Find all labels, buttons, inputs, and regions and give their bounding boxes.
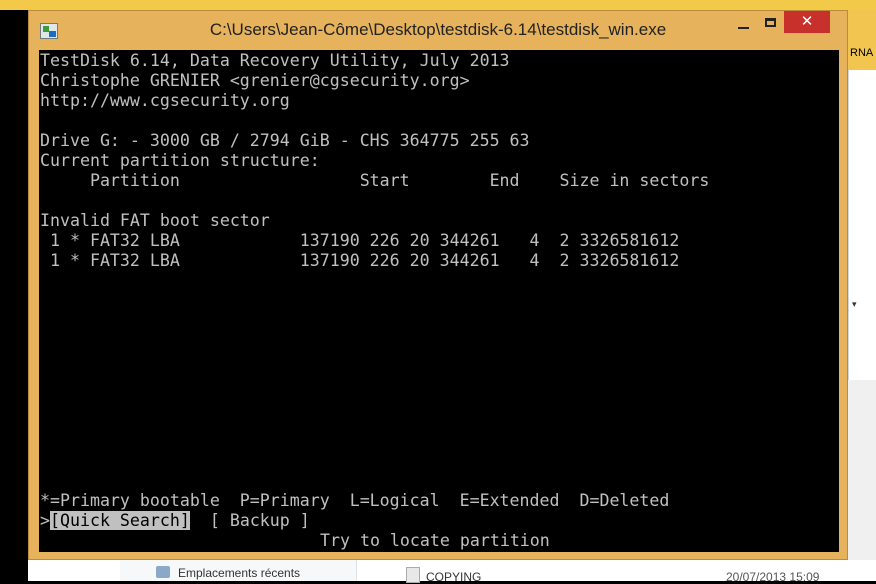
- minimize-button[interactable]: [728, 11, 758, 37]
- maximize-button[interactable]: [756, 11, 786, 37]
- backup-button[interactable]: [ Backup ]: [210, 511, 310, 530]
- recent-places-icon: [156, 566, 170, 578]
- action-hint-line: Try to locate partition: [320, 531, 550, 550]
- explorer-folder-icons: [848, 10, 876, 70]
- close-button[interactable]: ✕: [784, 11, 830, 33]
- explorer-partial-label: RNA: [850, 47, 874, 59]
- desktop-background-left: [0, 10, 28, 581]
- action-menu: >[Quick Search] [ Backup ]: [40, 511, 310, 531]
- nav-item-recent-places[interactable]: Emplacements récents: [178, 566, 300, 580]
- drive-info-line: Drive G: - 3000 GB / 2794 GiB - CHS 3647…: [40, 131, 530, 150]
- partition-row[interactable]: 1 * FAT32 LBA 137190 226 20 344261 4 2 3…: [40, 251, 679, 271]
- fat-warning-line: Invalid FAT boot sector: [40, 211, 270, 230]
- structure-label-line: Current partition structure:: [40, 151, 320, 170]
- explorer-dropdown-arrow-icon[interactable]: ▾: [852, 300, 857, 310]
- explorer-window-bottom: Emplacements récents COPYING 20/07/2013 …: [28, 560, 876, 584]
- window-titlebar[interactable]: C:\Users\Jean-Côme\Desktop\testdisk-6.14…: [29, 11, 847, 49]
- partition-type-legend: *=Primary bootable P=Primary L=Logical E…: [40, 491, 670, 510]
- console-output[interactable]: TestDisk 6.14, Data Recovery Utility, Ju…: [39, 50, 839, 552]
- desktop-folder-strip: [0, 0, 876, 10]
- partition-row[interactable]: 1 * FAT32 LBA 137190 226 20 344261 4 2 3…: [40, 231, 679, 251]
- quick-search-button[interactable]: [Quick Search]: [50, 511, 190, 530]
- header-url-line: http://www.cgsecurity.org: [40, 91, 290, 110]
- header-title-line: TestDisk 6.14, Data Recovery Utility, Ju…: [40, 51, 510, 70]
- window-title: C:\Users\Jean-Côme\Desktop\testdisk-6.14…: [209, 20, 667, 39]
- file-name-copying[interactable]: COPYING: [426, 570, 481, 584]
- menu-cursor: >: [40, 511, 50, 530]
- testdisk-console-window: C:\Users\Jean-Côme\Desktop\testdisk-6.14…: [28, 10, 848, 560]
- header-author-line: Christophe GRENIER <grenier@cgsecurity.o…: [40, 71, 470, 90]
- close-icon: ✕: [800, 12, 814, 30]
- file-date: 20/07/2013 15:09: [726, 570, 820, 584]
- explorer-side-panel: [848, 380, 876, 581]
- partition-columns-header: Partition Start End Size in sectors: [40, 171, 710, 190]
